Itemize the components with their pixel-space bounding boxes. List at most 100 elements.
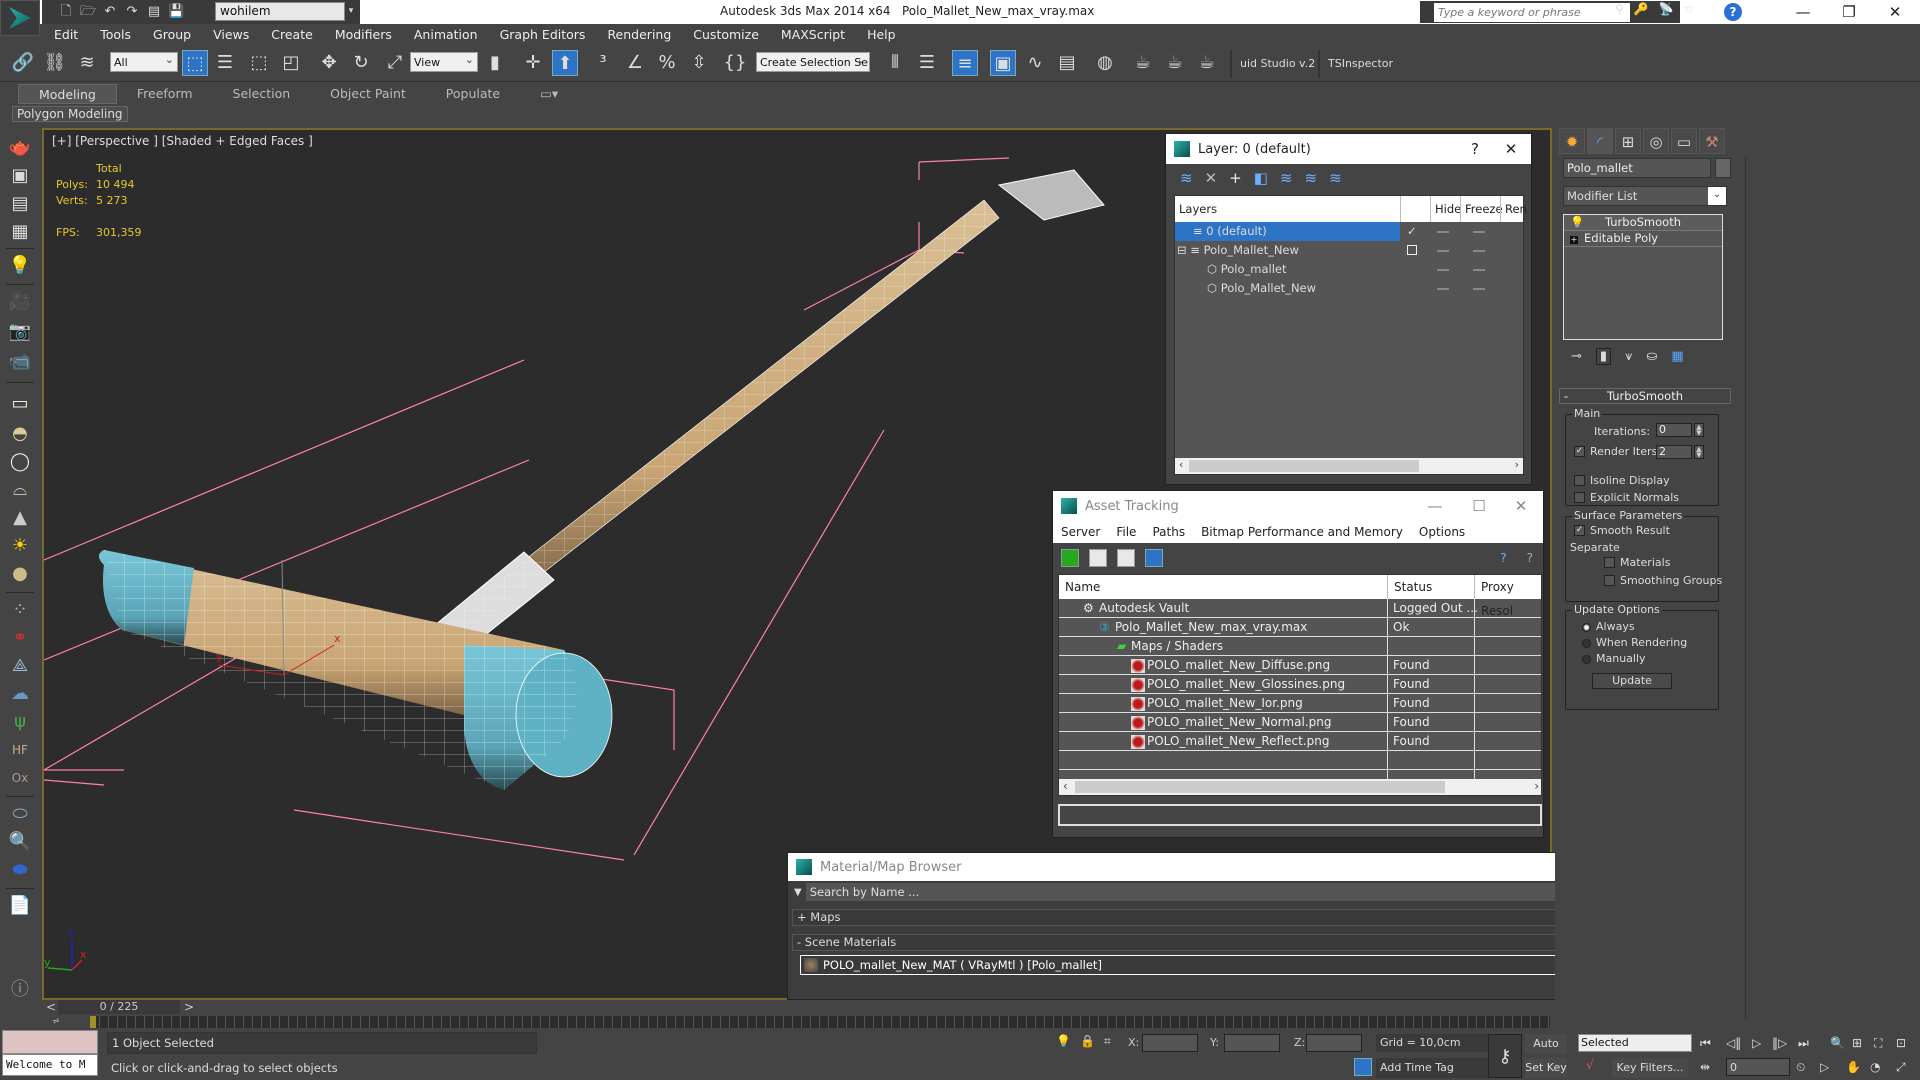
restore-button[interactable]: ❐: [1826, 0, 1872, 24]
update-always-radio[interactable]: [1582, 623, 1591, 632]
time-config-icon[interactable]: ⏲: [1796, 1060, 1805, 1075]
key-icon[interactable]: 🔑: [1634, 2, 1649, 16]
prev-frame-button[interactable]: <: [46, 1000, 56, 1014]
menu-edit[interactable]: Edit: [40, 24, 89, 46]
select-object-icon[interactable]: ⬚: [182, 50, 208, 76]
column-layers[interactable]: Layers: [1175, 196, 1217, 222]
rectangular-selection-icon[interactable]: ⬚: [246, 50, 272, 76]
sphere-light-icon[interactable]: ●: [6, 562, 34, 586]
turbosmooth-rollout-header[interactable]: - TurboSmooth: [1559, 388, 1731, 404]
render-iters-spinner[interactable]: 2: [1656, 445, 1692, 459]
bind-spacewarp-icon[interactable]: ≋: [74, 50, 100, 76]
import-icon[interactable]: 📄: [6, 894, 34, 918]
molecule-icon[interactable]: ⚭: [6, 626, 34, 650]
menu-customize[interactable]: Customize: [682, 24, 770, 46]
grass-icon[interactable]: ψ: [6, 710, 34, 734]
stack-item-turbosmooth[interactable]: 💡 TurboSmooth: [1564, 215, 1722, 231]
current-frame-field[interactable]: 0: [1726, 1058, 1790, 1076]
table-view-icon[interactable]: [1145, 549, 1163, 567]
layer-dialog-header[interactable]: Layer: 0 (default) ? ✕: [1166, 134, 1531, 164]
zoom-icon[interactable]: 🔍: [1830, 1036, 1845, 1050]
menu-rendering[interactable]: Rendering: [596, 24, 682, 46]
reference-coordinate-dropdown[interactable]: View: [410, 50, 478, 72]
asset-row[interactable]: POLO_mallet_New_Glossines.png Found: [1059, 675, 1541, 694]
object-name-field[interactable]: Polo_mallet: [1563, 158, 1711, 178]
material-search-input[interactable]: Search by Name ...: [805, 883, 1670, 901]
keyword-search-input[interactable]: Type a keyword or phrase: [1434, 2, 1630, 22]
help-button[interactable]: ?: [1461, 134, 1489, 164]
asset-menu-options[interactable]: Options: [1411, 525, 1473, 539]
table-icon[interactable]: ▤: [6, 192, 34, 216]
undo-icon[interactable]: ↶: [102, 4, 118, 20]
current-layer-check-icon[interactable]: ✓: [1407, 222, 1417, 241]
isolate-selection-icon[interactable]: 💡: [1056, 1034, 1071, 1048]
ribbon-tab-freeform[interactable]: Freeform: [117, 84, 213, 104]
camera-target-icon[interactable]: 📷: [6, 320, 34, 344]
play-icon[interactable]: ▷: [1752, 1036, 1761, 1050]
add-time-tag[interactable]: Add Time Tag: [1376, 1058, 1488, 1078]
layer-explorer-icon[interactable]: ≡: [952, 50, 978, 76]
maps-group-header[interactable]: + Maps: [792, 909, 1660, 926]
object-row[interactable]: ⬡ Polo_mallet: [1175, 260, 1523, 279]
create-tab-icon[interactable]: ✹: [1559, 128, 1585, 154]
window-crossing-icon[interactable]: ◰: [278, 50, 304, 76]
list-view-icon[interactable]: [1089, 549, 1107, 567]
unlink-icon[interactable]: ⛓: [42, 50, 68, 76]
tree-view-icon[interactable]: [1117, 549, 1135, 567]
align-icon[interactable]: ☰: [914, 50, 940, 76]
asset-row[interactable]: POLO_mallet_New_Ior.png Found: [1059, 694, 1541, 713]
cone-icon[interactable]: ▲: [6, 506, 34, 530]
teapot-icon[interactable]: 🫖: [6, 136, 34, 160]
menu-views[interactable]: Views: [202, 24, 260, 46]
toggle-icon[interactable]: ⬬: [6, 858, 34, 882]
smooth-result-checkbox[interactable]: ✓: [1574, 525, 1585, 536]
time-slider-thumb[interactable]: 0 / 225: [58, 1000, 180, 1014]
project-folder-icon[interactable]: ▤: [146, 4, 162, 20]
workspace-dropdown[interactable]: wohilem: [215, 2, 345, 21]
absolute-mode-icon[interactable]: ⌗: [1104, 1034, 1111, 1049]
create-layer-icon[interactable]: ≋: [1180, 169, 1193, 187]
menu-animation[interactable]: Animation: [403, 24, 489, 46]
key-mode-dropdown[interactable]: Selected: [1578, 1034, 1692, 1052]
set-key-button[interactable]: Set Key: [1525, 1058, 1567, 1078]
separate-materials-checkbox[interactable]: [1604, 557, 1615, 568]
time-tag-icon[interactable]: [1354, 1058, 1372, 1076]
explicit-normals-checkbox[interactable]: [1574, 492, 1585, 503]
asset-dialog-header[interactable]: Asset Tracking — ☐ ✕: [1053, 491, 1543, 521]
asset-row[interactable]: ▰ Maps / Shaders: [1059, 637, 1541, 656]
star-icon[interactable]: ☆: [1684, 2, 1695, 16]
column-freeze[interactable]: Freeze: [1460, 196, 1503, 222]
ribbon-tab-populate[interactable]: Populate: [426, 84, 520, 104]
asset-row[interactable]: ③ Polo_Mallet_New_max_vray.max Ok: [1059, 618, 1541, 637]
move-icon[interactable]: ✥: [316, 50, 342, 76]
update-button[interactable]: Update: [1592, 673, 1672, 689]
asset-menu-bitmap-performance[interactable]: Bitmap Performance and Memory: [1193, 525, 1411, 539]
configure-modifier-sets-icon[interactable]: ▦: [1671, 349, 1683, 364]
current-layer-checkbox[interactable]: [1407, 245, 1417, 255]
stack-item-editable-poly[interactable]: + Editable Poly: [1564, 231, 1722, 247]
layer-row[interactable]: ⊟ ≡ Polo_Mallet_New: [1175, 241, 1523, 260]
pivot-center-icon[interactable]: ▮: [482, 50, 508, 76]
lightbulb-icon[interactable]: 💡: [1570, 215, 1584, 230]
render-setup-icon[interactable]: ☕: [1130, 50, 1156, 76]
asset-menu-file[interactable]: File: [1108, 525, 1144, 539]
asset-path-field[interactable]: [1058, 804, 1542, 826]
field-of-view-icon[interactable]: ▷: [1820, 1060, 1829, 1074]
column-name[interactable]: Name: [1059, 575, 1100, 599]
light-icon[interactable]: 💡: [6, 254, 34, 278]
isoline-display-checkbox[interactable]: [1574, 475, 1585, 486]
hierarchy-tab-icon[interactable]: ⊞: [1615, 128, 1641, 154]
asset-menu-server[interactable]: Server: [1053, 525, 1108, 539]
save-icon[interactable]: 💾: [168, 4, 184, 20]
help-circle-icon[interactable]: ⓘ: [6, 978, 34, 1002]
plugin-toolbar-tsinspector[interactable]: TSInspector: [1318, 50, 1401, 78]
show-end-result-icon[interactable]: ▮: [1595, 347, 1612, 365]
edit-named-selection-icon[interactable]: {}: [722, 50, 748, 76]
help-icon[interactable]: ?: [1527, 551, 1533, 565]
polygon-modeling-panel[interactable]: Polygon Modeling: [12, 106, 128, 122]
iterations-spinner[interactable]: 0: [1656, 423, 1692, 437]
delete-layer-icon[interactable]: ✕: [1205, 169, 1218, 187]
sun-icon[interactable]: ☀: [6, 534, 34, 558]
select-objects-in-layer-icon[interactable]: ◧: [1254, 169, 1268, 187]
material-editor-icon[interactable]: ◍: [1092, 50, 1118, 76]
